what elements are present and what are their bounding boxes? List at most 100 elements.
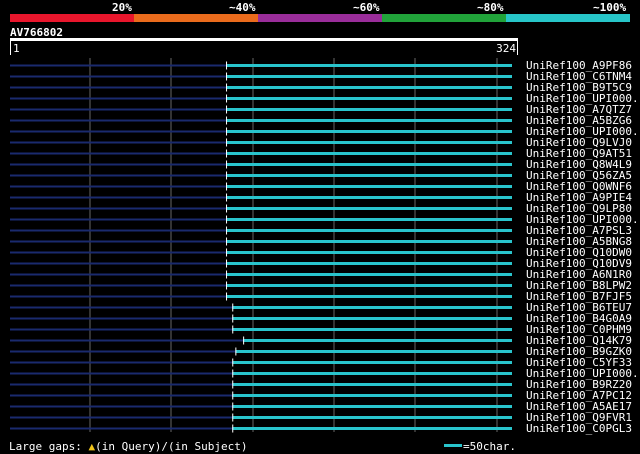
hit-label[interactable]: UniRef100_Q14K79 xyxy=(526,335,632,346)
hit-label[interactable]: UniRef100_A5BZG6 xyxy=(526,115,632,126)
hit-bar[interactable] xyxy=(232,405,512,408)
hit-label[interactable]: UniRef100_C0PGL3 xyxy=(526,423,632,434)
hit-bar[interactable] xyxy=(226,130,513,133)
hit-label[interactable]: UniRef100_Q8W4L9 xyxy=(526,159,632,170)
hit-bar[interactable] xyxy=(226,119,513,122)
hit-label[interactable]: UniRef100_B9RZ20 xyxy=(526,379,632,390)
hit-row[interactable] xyxy=(10,127,513,136)
hit-bar[interactable] xyxy=(232,427,512,430)
hit-bar[interactable] xyxy=(226,229,513,232)
hit-row[interactable] xyxy=(10,226,513,235)
hit-label[interactable]: UniRef100_UPI000.. xyxy=(526,368,640,379)
hit-row[interactable] xyxy=(10,138,513,147)
hit-bar[interactable] xyxy=(232,361,512,364)
hit-label[interactable]: UniRef100_A5BNG8 xyxy=(526,236,632,247)
hit-row[interactable] xyxy=(10,61,513,70)
hit-label[interactable]: UniRef100_C0PHM9 xyxy=(526,324,632,335)
hit-label[interactable]: UniRef100_C6TNM4 xyxy=(526,71,632,82)
hit-row[interactable] xyxy=(10,347,513,356)
hit-label[interactable]: UniRef100_B4G0A9 xyxy=(526,313,632,324)
hit-bar[interactable] xyxy=(226,163,513,166)
hit-row[interactable] xyxy=(10,160,513,169)
hit-bar[interactable] xyxy=(226,284,513,287)
hit-bar[interactable] xyxy=(232,317,512,320)
hit-bar[interactable] xyxy=(232,394,512,397)
hit-row[interactable] xyxy=(10,116,513,125)
hit-bar[interactable] xyxy=(226,196,513,199)
hit-label[interactable]: UniRef100_Q10DV9 xyxy=(526,258,632,269)
hit-row[interactable] xyxy=(10,182,513,191)
hit-label[interactable]: UniRef100_Q9LP80 xyxy=(526,203,632,214)
hit-bar[interactable] xyxy=(226,262,513,265)
hit-row[interactable] xyxy=(10,369,512,378)
hit-row[interactable] xyxy=(10,237,513,246)
hit-row[interactable] xyxy=(10,171,513,180)
hit-label[interactable]: UniRef100_B6TEU7 xyxy=(526,302,632,313)
hit-label[interactable]: UniRef100_A7PC12 xyxy=(526,390,632,401)
hit-row[interactable] xyxy=(10,391,512,400)
hit-row[interactable] xyxy=(10,314,512,323)
hit-bar[interactable] xyxy=(232,328,512,331)
hit-row[interactable] xyxy=(10,292,513,301)
hit-row[interactable] xyxy=(10,424,512,433)
hit-row[interactable] xyxy=(10,325,512,334)
hit-bar[interactable] xyxy=(226,295,513,298)
hit-row[interactable] xyxy=(10,259,513,268)
hit-row[interactable] xyxy=(10,193,513,202)
hit-bar[interactable] xyxy=(226,141,513,144)
hit-label[interactable]: UniRef100_A5AE17 xyxy=(526,401,632,412)
hit-label[interactable]: UniRef100_A6N1R0 xyxy=(526,269,632,280)
hit-row[interactable] xyxy=(10,413,512,422)
hit-bar[interactable] xyxy=(226,207,513,210)
hit-bar[interactable] xyxy=(226,64,513,67)
hit-bar[interactable] xyxy=(235,350,513,353)
hit-row[interactable] xyxy=(10,215,513,224)
hit-row[interactable] xyxy=(10,402,512,411)
hit-bar[interactable] xyxy=(243,339,512,342)
hit-bar[interactable] xyxy=(232,372,512,375)
hit-bar[interactable] xyxy=(226,174,513,177)
hit-label[interactable]: UniRef100_A7QTZ7 xyxy=(526,104,632,115)
hit-row[interactable] xyxy=(10,94,513,103)
hit-label[interactable]: UniRef100_Q9LVJ0 xyxy=(526,137,632,148)
hit-bar[interactable] xyxy=(232,416,512,419)
hit-bar[interactable] xyxy=(226,185,513,188)
hit-label[interactable]: UniRef100_UPI000.. xyxy=(526,126,640,137)
hit-row[interactable] xyxy=(10,105,513,114)
hit-row[interactable] xyxy=(10,303,512,312)
hit-bar[interactable] xyxy=(226,75,513,78)
hit-label[interactable]: UniRef100_B8LPW2 xyxy=(526,280,632,291)
hit-bar[interactable] xyxy=(226,97,513,100)
hit-label[interactable]: UniRef100_B7FJF5 xyxy=(526,291,632,302)
hit-label[interactable]: UniRef100_Q9AT51 xyxy=(526,148,632,159)
hit-label[interactable]: UniRef100_B9GZK0 xyxy=(526,346,632,357)
hit-bar[interactable] xyxy=(226,273,513,276)
hit-bar[interactable] xyxy=(226,108,513,111)
hit-label[interactable]: UniRef100_UPI000.. xyxy=(526,93,640,104)
hit-row[interactable] xyxy=(10,336,512,345)
hit-label[interactable]: UniRef100_UPI000.. xyxy=(526,214,640,225)
hit-bar[interactable] xyxy=(232,306,512,309)
hit-label[interactable]: UniRef100_A7PSL3 xyxy=(526,225,632,236)
hit-label[interactable]: UniRef100_Q10DW0 xyxy=(526,247,632,258)
hit-row[interactable] xyxy=(10,83,513,92)
hit-row[interactable] xyxy=(10,270,513,279)
hit-row[interactable] xyxy=(10,149,513,158)
hit-bar[interactable] xyxy=(226,251,513,254)
hit-label[interactable]: UniRef100_C5YF33 xyxy=(526,357,632,368)
hit-bar[interactable] xyxy=(226,152,513,155)
hit-bar[interactable] xyxy=(226,218,513,221)
hit-label[interactable]: UniRef100_A9PF86 xyxy=(526,60,632,71)
hit-label[interactable]: UniRef100_Q0WNF6 xyxy=(526,181,632,192)
hit-label[interactable]: UniRef100_B9T5C9 xyxy=(526,82,632,93)
hit-row[interactable] xyxy=(10,72,513,81)
hit-bar[interactable] xyxy=(226,240,513,243)
hit-row[interactable] xyxy=(10,248,513,257)
hit-label[interactable]: UniRef100_Q56ZA5 xyxy=(526,170,632,181)
hit-row[interactable] xyxy=(10,358,512,367)
hit-row[interactable] xyxy=(10,380,512,389)
hit-bar[interactable] xyxy=(226,86,513,89)
hit-row[interactable] xyxy=(10,204,513,213)
hit-bar[interactable] xyxy=(232,383,512,386)
hit-label[interactable]: UniRef100_A9PIE4 xyxy=(526,192,632,203)
